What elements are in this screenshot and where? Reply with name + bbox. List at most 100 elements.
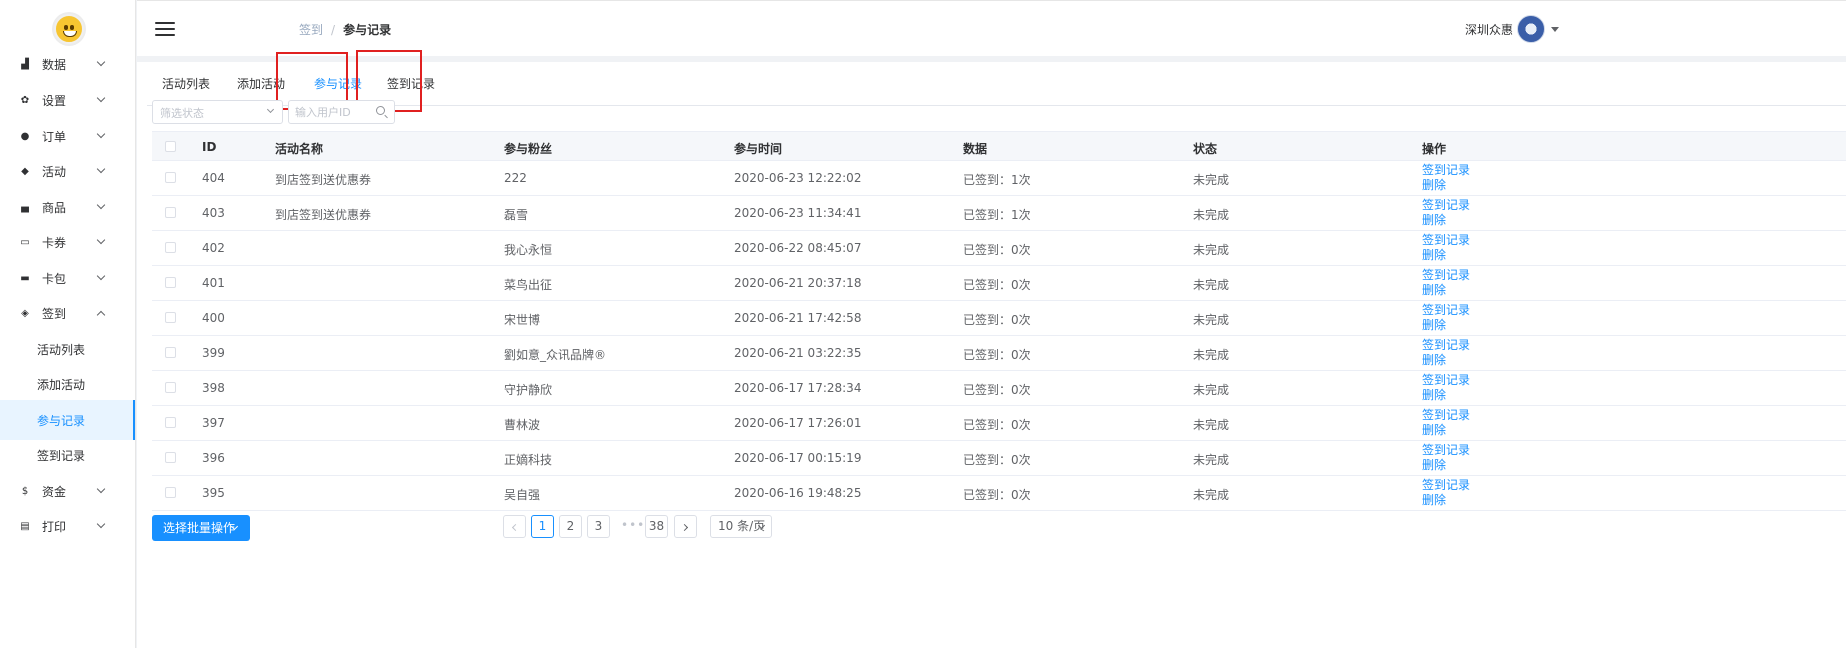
page-3-button[interactable]: 3	[587, 515, 610, 538]
hamburger-menu-icon[interactable]	[155, 22, 175, 36]
signin-record-link[interactable]: 签到记录	[1422, 408, 1470, 423]
next-page-button[interactable]	[674, 515, 697, 538]
table-row: 397 曹林波 2020-06-17 17:26:01 已签到：0次 未完成 签…	[152, 406, 1846, 441]
cell-id: 401	[202, 276, 225, 290]
smiley-logo-icon[interactable]	[54, 14, 84, 44]
row-checkbox[interactable]	[165, 347, 176, 358]
sidebar-item-label: 资金	[42, 484, 67, 499]
col-fan: 参与粉丝	[504, 142, 553, 156]
cell-time: 2020-06-17 17:28:34	[734, 381, 862, 395]
row-actions: 签到记录 删除	[1422, 338, 1470, 368]
row-actions: 签到记录 删除	[1422, 198, 1470, 228]
cell-time: 2020-06-17 17:26:01	[734, 416, 862, 430]
printer-icon: ▤	[20, 520, 30, 532]
row-actions: 签到记录 删除	[1422, 163, 1470, 193]
row-checkbox[interactable]	[165, 172, 176, 183]
sidebar-item-settings[interactable]: ✿ 设置	[0, 82, 135, 118]
select-all-checkbox[interactable]	[165, 141, 176, 152]
signin-record-link[interactable]: 签到记录	[1422, 338, 1470, 353]
sidebar-item-label: 商品	[42, 200, 67, 215]
delete-link[interactable]: 删除	[1422, 283, 1470, 298]
delete-link[interactable]: 删除	[1422, 458, 1470, 473]
breadcrumb-separator: /	[331, 23, 336, 37]
search-icon[interactable]	[376, 106, 385, 115]
tab-bar: 活动列表 添加活动 参与记录 签到记录	[147, 62, 1846, 107]
chevron-down-icon	[96, 164, 106, 174]
sidebar-subitem-signin-records[interactable]: 签到记录	[0, 435, 135, 475]
table-row: 396 正嫡科技 2020-06-17 00:15:19 已签到：0次 未完成 …	[152, 441, 1846, 476]
row-actions: 签到记录 删除	[1422, 373, 1470, 403]
cell-fan: 菜鸟出征	[504, 278, 553, 292]
row-checkbox[interactable]	[165, 312, 176, 323]
cell-id: 399	[202, 346, 225, 360]
cell-data: 已签到：1次	[963, 173, 1031, 187]
cell-time: 2020-06-17 00:15:19	[734, 451, 862, 465]
user-menu[interactable]: 深圳众惠	[1465, 15, 1560, 43]
row-actions: 签到记录 删除	[1422, 303, 1470, 333]
signin-record-link[interactable]: 签到记录	[1422, 443, 1470, 458]
batch-action-button[interactable]: 选择批量操作	[152, 515, 250, 541]
cell-data: 已签到：0次	[963, 418, 1031, 432]
status-filter-placeholder: 筛选状态	[160, 107, 204, 120]
delete-link[interactable]: 删除	[1422, 353, 1470, 368]
cell-id: 397	[202, 416, 225, 430]
breadcrumb-item-signin[interactable]: 签到	[299, 23, 323, 37]
col-activity: 活动名称	[275, 142, 324, 156]
sidebar-item-signin[interactable]: ◈ 签到	[0, 295, 135, 331]
sidebar-subitem-participation-records[interactable]: 参与记录	[0, 400, 135, 440]
signin-record-link[interactable]: 签到记录	[1422, 303, 1470, 318]
delete-link[interactable]: 删除	[1422, 318, 1470, 333]
sidebar-subitem-label: 参与记录	[37, 413, 86, 428]
delete-link[interactable]: 删除	[1422, 388, 1470, 403]
cell-status: 未完成	[1193, 348, 1230, 362]
signin-record-link[interactable]: 签到记录	[1422, 163, 1470, 178]
row-checkbox[interactable]	[165, 382, 176, 393]
sidebar-subitem-activity-list[interactable]: 活动列表	[0, 329, 135, 369]
sidebar-item-print[interactable]: ▤ 打印	[0, 508, 135, 544]
sidebar-item-data[interactable]: ▟ 数据	[0, 46, 135, 82]
sidebar-subitem-add-activity[interactable]: 添加活动	[0, 364, 135, 404]
cell-fan: 正嫡科技	[504, 453, 553, 467]
row-checkbox[interactable]	[165, 277, 176, 288]
tab-signin-records[interactable]: 签到记录	[387, 62, 435, 106]
sidebar-item-goods[interactable]: ▄ 商品	[0, 189, 135, 225]
sidebar-item-activity[interactable]: ◆ 活动	[0, 153, 135, 189]
cell-fan: 磊雪	[504, 208, 529, 222]
chevron-down-icon	[96, 271, 106, 281]
prev-page-button[interactable]	[503, 515, 526, 538]
sidebar-item-funds[interactable]: $ 资金	[0, 473, 135, 509]
page-1-button[interactable]: 1	[531, 515, 554, 538]
sidebar-item-cardbag[interactable]: ▬ 卡包	[0, 260, 135, 296]
chevron-down-icon	[96, 200, 106, 210]
signin-record-link[interactable]: 签到记录	[1422, 478, 1470, 493]
signin-record-link[interactable]: 签到记录	[1422, 373, 1470, 388]
row-checkbox[interactable]	[165, 487, 176, 498]
row-checkbox[interactable]	[165, 207, 176, 218]
page-size-select[interactable]: 10 条/页	[710, 515, 772, 538]
signin-record-link[interactable]: 签到记录	[1422, 233, 1470, 248]
delete-link[interactable]: 删除	[1422, 178, 1470, 193]
cell-time: 2020-06-16 19:48:25	[734, 486, 862, 500]
signin-record-link[interactable]: 签到记录	[1422, 268, 1470, 283]
row-checkbox[interactable]	[165, 242, 176, 253]
signin-record-link[interactable]: 签到记录	[1422, 198, 1470, 213]
sidebar-item-coupons[interactable]: ▭ 卡券	[0, 224, 135, 260]
row-checkbox[interactable]	[165, 417, 176, 428]
delete-link[interactable]: 删除	[1422, 423, 1470, 438]
cell-data: 已签到：0次	[963, 278, 1031, 292]
delete-link[interactable]: 删除	[1422, 248, 1470, 263]
chevron-down-icon	[266, 105, 275, 114]
cell-status: 未完成	[1193, 313, 1230, 327]
last-page-button[interactable]: 38	[645, 515, 668, 538]
cell-status: 未完成	[1193, 243, 1230, 257]
page-2-button[interactable]: 2	[559, 515, 582, 538]
status-filter-select[interactable]: 筛选状态	[152, 100, 283, 124]
chevron-down-icon	[96, 129, 106, 139]
sidebar-item-orders[interactable]: ● 订单	[0, 118, 135, 154]
cell-data: 已签到：0次	[963, 488, 1031, 502]
row-checkbox[interactable]	[165, 452, 176, 463]
more-pages-icon[interactable]: •••	[621, 518, 645, 532]
col-actions: 操作	[1422, 142, 1447, 156]
delete-link[interactable]: 删除	[1422, 493, 1470, 508]
delete-link[interactable]: 删除	[1422, 213, 1470, 228]
